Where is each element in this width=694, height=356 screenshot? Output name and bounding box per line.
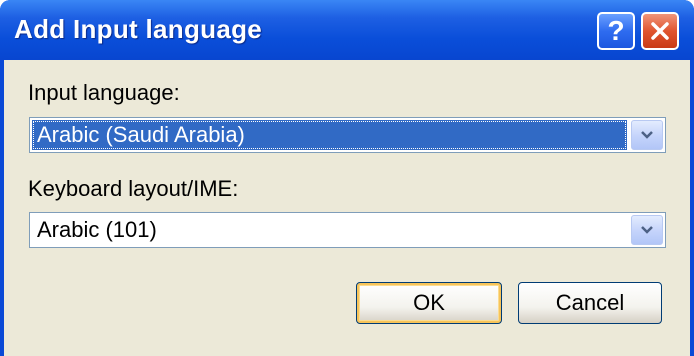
title-bar[interactable]: Add Input language ?	[0, 0, 694, 60]
input-language-value: Arabic (Saudi Arabia)	[32, 120, 627, 150]
input-language-label: Input language:	[28, 80, 180, 105]
help-button[interactable]: ?	[597, 12, 635, 50]
help-icon: ?	[607, 15, 625, 46]
chevron-down-icon	[641, 131, 653, 139]
chevron-down-icon	[641, 226, 653, 234]
keyboard-layout-dropdown-button[interactable]	[631, 215, 663, 245]
ok-button[interactable]: OK	[356, 282, 502, 324]
dialog-title: Add Input language	[14, 14, 263, 44]
cancel-button[interactable]: Cancel	[518, 282, 662, 324]
input-language-dropdown-button[interactable]	[631, 120, 663, 150]
keyboard-layout-select[interactable]: Arabic (101)	[29, 212, 666, 248]
add-input-language-dialog: Add Input language ? Input language: Ara…	[0, 0, 694, 356]
dialog-body: Input language: Arabic (Saudi Arabia) Ke…	[4, 60, 690, 356]
keyboard-layout-label: Keyboard layout/IME:	[28, 176, 239, 201]
input-language-select[interactable]: Arabic (Saudi Arabia)	[29, 117, 666, 153]
close-icon	[651, 22, 669, 40]
keyboard-layout-value: Arabic (101)	[37, 217, 157, 242]
close-button[interactable]	[641, 12, 679, 50]
